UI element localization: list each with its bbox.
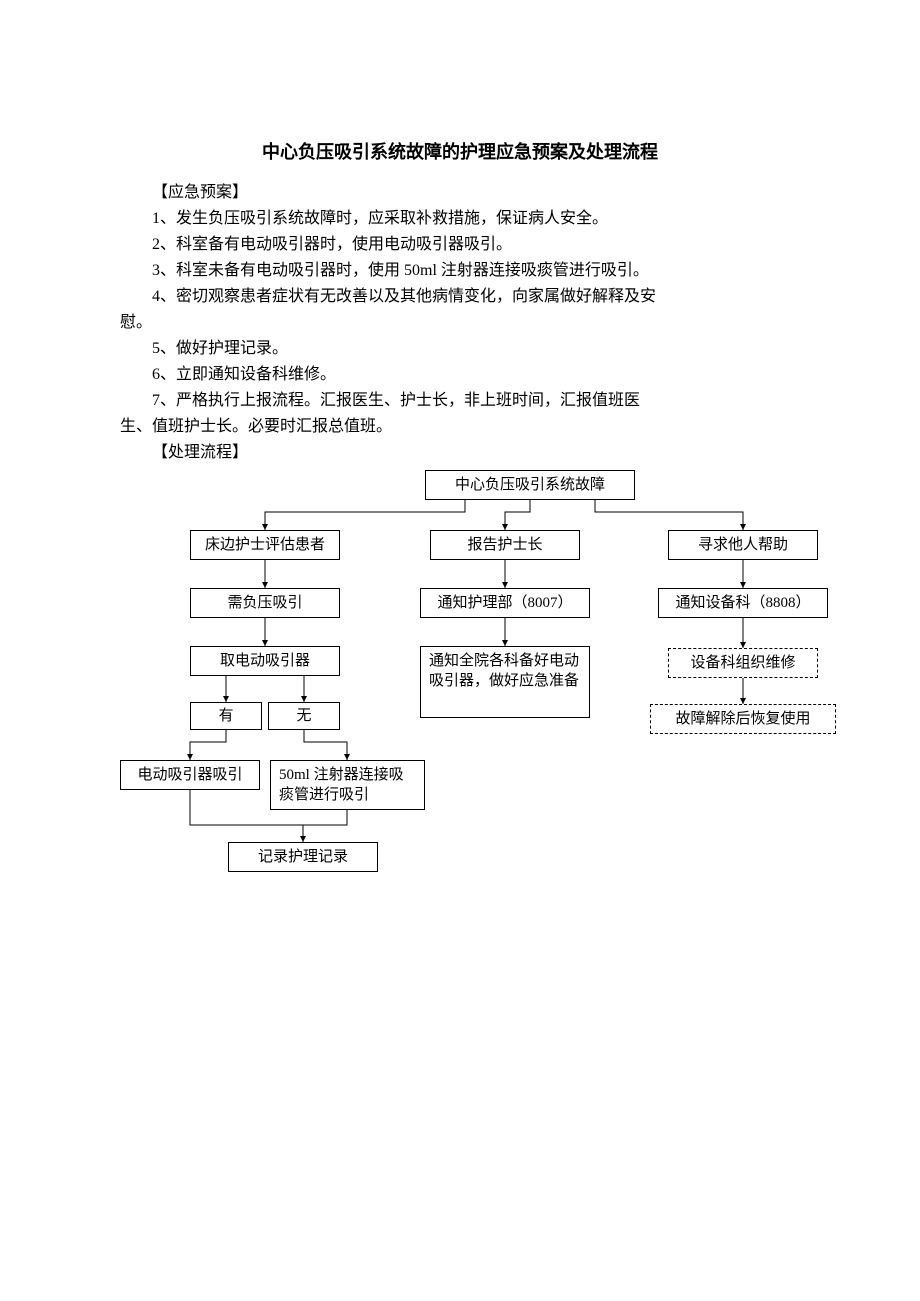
plan-item-6: 6、立即通知设备科维修。 bbox=[120, 362, 820, 388]
flow-c4: 故障解除后恢复使用 bbox=[650, 704, 836, 734]
flowchart: 中心负压吸引系统故障 床边护士评估患者 需负压吸引 取电动吸引器 有 无 电动吸… bbox=[120, 470, 880, 900]
flow-a3-no: 无 bbox=[268, 702, 340, 730]
flow-a2: 需负压吸引 bbox=[190, 588, 340, 618]
flow-c1: 寻求他人帮助 bbox=[668, 530, 818, 560]
flow-a4-left: 电动吸引器吸引 bbox=[120, 760, 260, 790]
plan-item-7a: 7、严格执行上报流程。汇报医生、护士长，非上班时间，汇报值班医 bbox=[120, 388, 820, 414]
document-page: 中心负压吸引系统故障的护理应急预案及处理流程 【应急预案】 1、发生负压吸引系统… bbox=[0, 0, 920, 1301]
flow-a4-right: 50ml 注射器连接吸痰管进行吸引 bbox=[270, 760, 425, 810]
plan-item-1: 1、发生负压吸引系统故障时，应采取补救措施，保证病人安全。 bbox=[120, 206, 820, 232]
flow-top: 中心负压吸引系统故障 bbox=[425, 470, 635, 500]
plan-item-3: 3、科室未备有电动吸引器时，使用 50ml 注射器连接吸痰管进行吸引。 bbox=[120, 258, 820, 284]
flow-a1: 床边护士评估患者 bbox=[190, 530, 340, 560]
document-body: 【应急预案】 1、发生负压吸引系统故障时，应采取补救措施，保证病人安全。 2、科… bbox=[120, 180, 820, 466]
section-plan-label: 【应急预案】 bbox=[120, 180, 820, 206]
plan-item-4a: 4、密切观察患者症状有无改善以及其他病情变化，向家属做好解释及安 bbox=[120, 284, 820, 310]
flow-b2: 通知护理部（8007） bbox=[420, 588, 590, 618]
flow-b1: 报告护士长 bbox=[430, 530, 580, 560]
flow-a3: 取电动吸引器 bbox=[190, 646, 340, 676]
document-title: 中心负压吸引系统故障的护理应急预案及处理流程 bbox=[0, 138, 920, 164]
plan-item-7b: 生、值班护士长。必要时汇报总值班。 bbox=[120, 414, 820, 440]
plan-item-5: 5、做好护理记录。 bbox=[120, 336, 820, 362]
flow-a3-yes: 有 bbox=[190, 702, 262, 730]
plan-item-2: 2、科室备有电动吸引器时，使用电动吸引器吸引。 bbox=[120, 232, 820, 258]
plan-item-4b: 慰。 bbox=[120, 310, 820, 336]
flow-c3: 设备科组织维修 bbox=[668, 648, 818, 678]
flow-a5: 记录护理记录 bbox=[228, 842, 378, 872]
flow-c2: 通知设备科（8808） bbox=[658, 588, 828, 618]
section-flow-label: 【处理流程】 bbox=[120, 440, 820, 466]
flow-b3: 通知全院各科备好电动吸引器，做好应急准备 bbox=[420, 646, 590, 718]
